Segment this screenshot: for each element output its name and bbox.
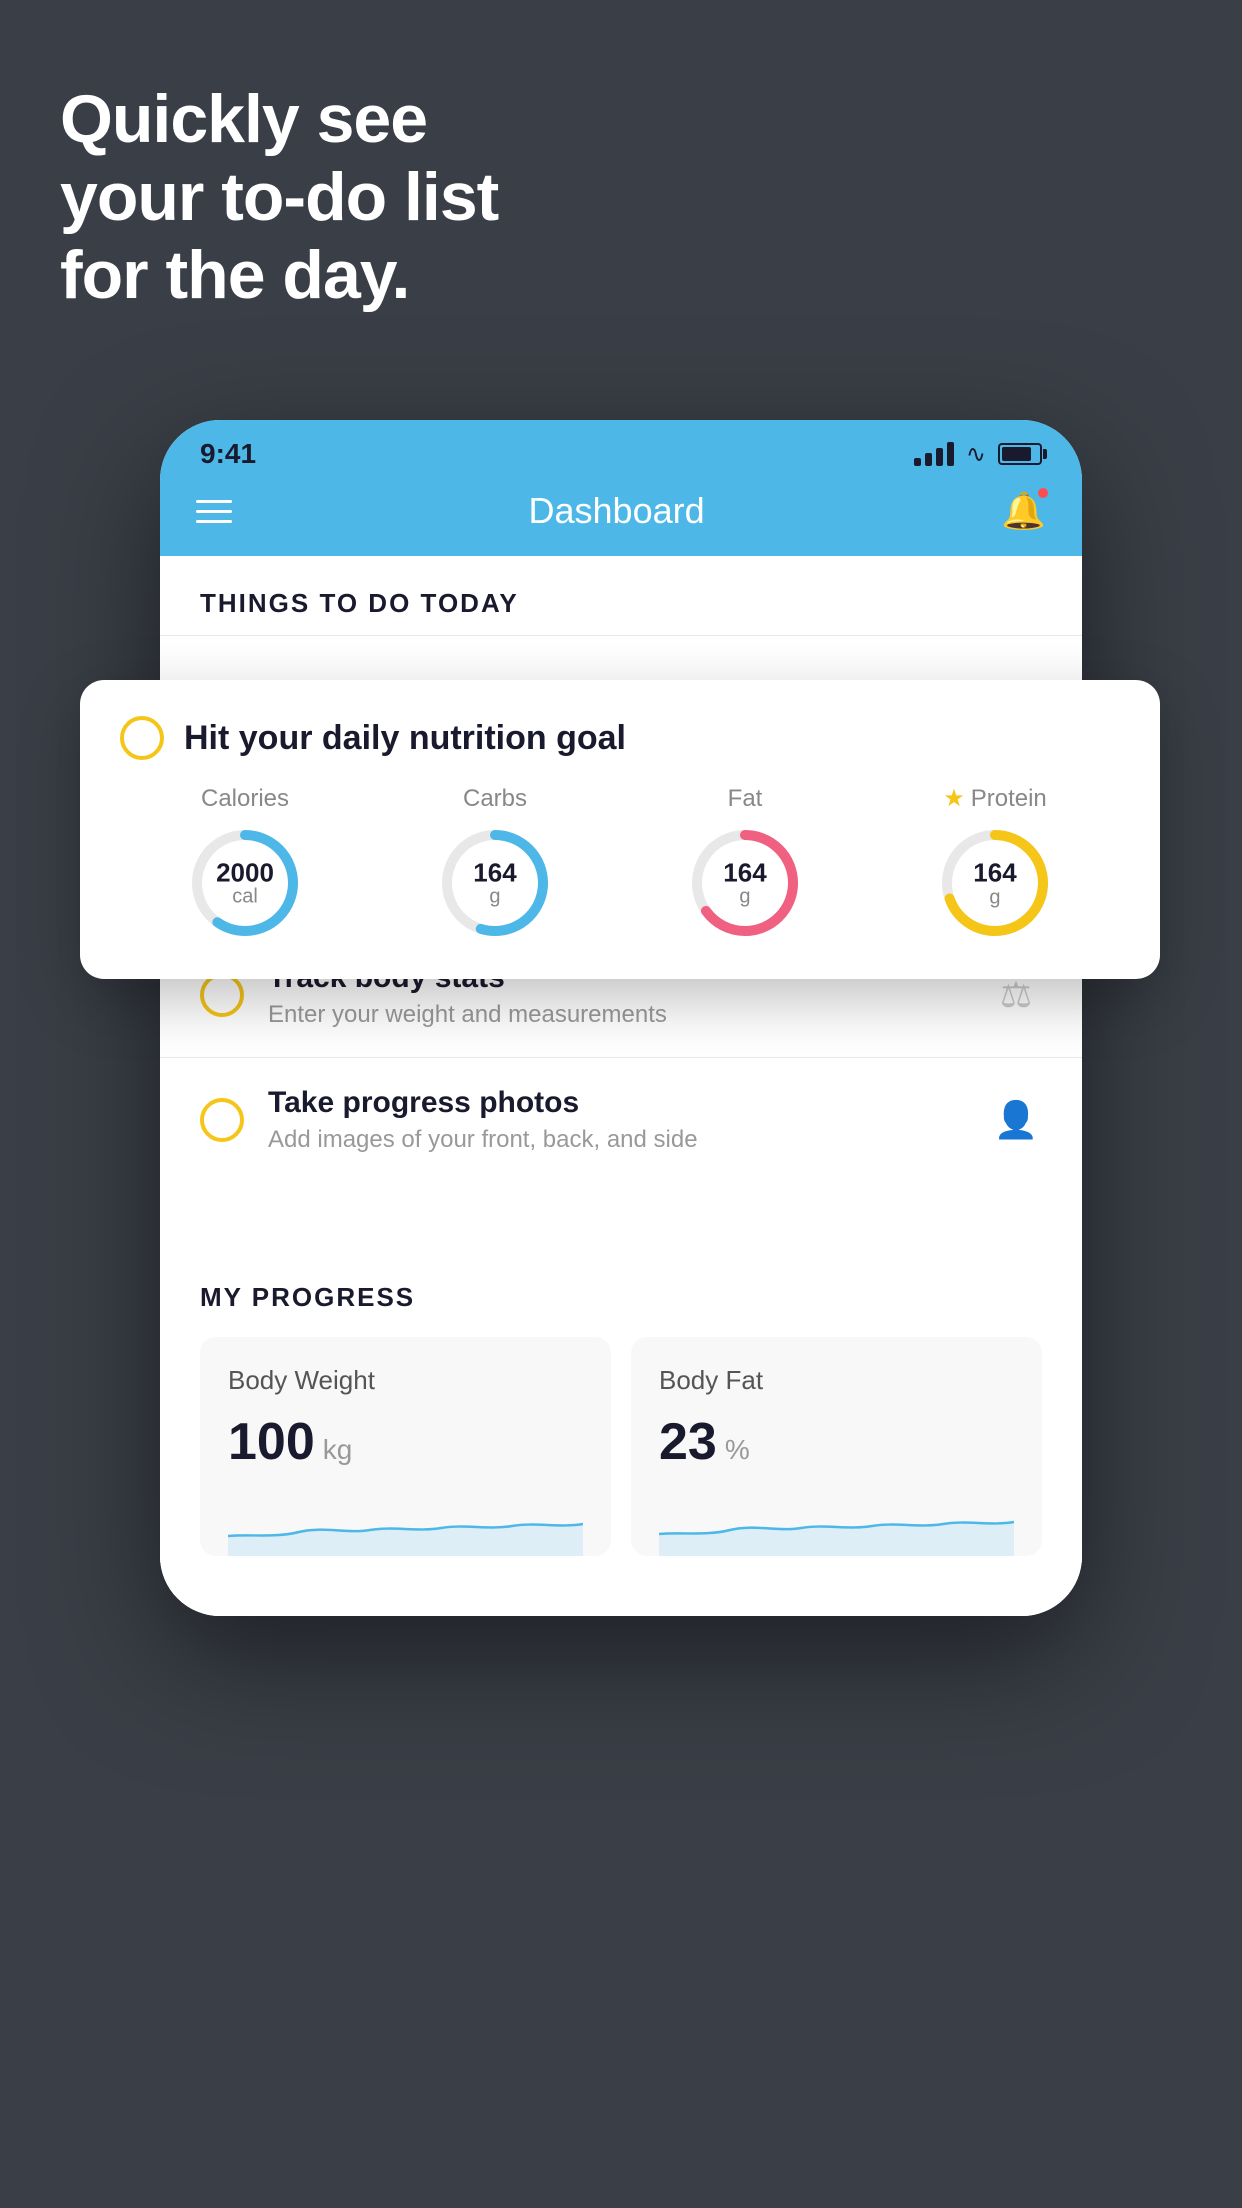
nav-title: Dashboard xyxy=(529,490,705,532)
protein-donut: 164 g xyxy=(935,823,1055,943)
nutrition-item-protein: ★ Protein 164 g xyxy=(935,784,1055,943)
fat-chart xyxy=(659,1496,1014,1556)
hero-line1: Quickly see xyxy=(60,80,498,158)
calories-donut: 2000 cal xyxy=(185,823,305,943)
carbs-donut: 164 g xyxy=(435,823,555,943)
carbs-unit: g xyxy=(473,887,516,907)
nutrition-card-title: Hit your daily nutrition goal xyxy=(184,719,626,758)
progress-section: MY PROGRESS Body Weight 100 kg xyxy=(160,1242,1082,1576)
notification-badge xyxy=(1036,486,1050,500)
weight-chart xyxy=(228,1496,583,1556)
status-bar: 9:41 ∿ xyxy=(160,420,1082,480)
calories-unit: cal xyxy=(216,887,274,907)
hamburger-button[interactable] xyxy=(196,500,232,523)
list-item[interactable]: Take progress photos Add images of your … xyxy=(160,1057,1082,1182)
carbs-label: Carbs xyxy=(463,785,527,813)
todo-icon-photos: 👤 xyxy=(990,1094,1042,1146)
carbs-value: 164 xyxy=(473,858,516,887)
hero-line2: your to-do list xyxy=(60,158,498,236)
protein-label: ★ Protein xyxy=(943,784,1047,813)
todo-title-photos: Take progress photos xyxy=(268,1086,966,1120)
fat-label: Fat xyxy=(728,785,763,813)
fat-unit: g xyxy=(723,887,766,907)
calories-label: Calories xyxy=(201,785,289,813)
progress-weight-value: 100 xyxy=(228,1412,315,1472)
progress-card-fat-title: Body Fat xyxy=(659,1365,1014,1396)
status-time: 9:41 xyxy=(200,438,256,470)
progress-card-weight-title: Body Weight xyxy=(228,1365,583,1396)
progress-card-fat[interactable]: Body Fat 23 % xyxy=(631,1337,1042,1556)
todo-circle-body-stats xyxy=(200,973,244,1017)
progress-cards: Body Weight 100 kg Body Fat xyxy=(200,1337,1042,1556)
things-header: THINGS TO DO TODAY xyxy=(160,556,1082,635)
calories-value: 2000 xyxy=(216,858,274,887)
todo-text-photos: Take progress photos Add images of your … xyxy=(268,1086,966,1154)
hero-text: Quickly see your to-do list for the day. xyxy=(60,80,498,315)
nutrition-card-indicator xyxy=(120,716,164,760)
nav-bar: Dashboard 🔔 xyxy=(160,480,1082,556)
notification-button[interactable]: 🔔 xyxy=(1001,490,1046,532)
progress-fat-value-row: 23 % xyxy=(659,1412,1014,1472)
phone-mockup: 9:41 ∿ Dashboard 🔔 THINGS TO DO TODAY xyxy=(160,420,1082,1616)
wifi-icon: ∿ xyxy=(966,440,986,469)
progress-weight-value-row: 100 kg xyxy=(228,1412,583,1472)
fat-donut: 164 g xyxy=(685,823,805,943)
nutrition-item-carbs: Carbs 164 g xyxy=(435,785,555,943)
protein-unit: g xyxy=(973,887,1016,907)
hero-line3: for the day. xyxy=(60,236,498,314)
signal-icon xyxy=(914,442,954,466)
battery-icon xyxy=(998,443,1042,465)
progress-weight-unit: kg xyxy=(323,1434,353,1466)
todo-circle-photos xyxy=(200,1098,244,1142)
status-icons: ∿ xyxy=(914,440,1042,469)
progress-fat-unit: % xyxy=(725,1434,750,1466)
star-icon: ★ xyxy=(943,784,965,813)
progress-card-weight[interactable]: Body Weight 100 kg xyxy=(200,1337,611,1556)
protein-value: 164 xyxy=(973,859,1016,888)
todo-subtitle-body-stats: Enter your weight and measurements xyxy=(268,1001,966,1029)
fat-value: 164 xyxy=(723,858,766,887)
nutrition-card: Hit your daily nutrition goal Calories 2… xyxy=(80,680,1160,979)
nutrition-row: Calories 2000 cal Carbs xyxy=(120,784,1120,943)
nutrition-item-fat: Fat 164 g xyxy=(685,785,805,943)
progress-fat-value: 23 xyxy=(659,1412,717,1472)
progress-header: MY PROGRESS xyxy=(200,1282,1042,1313)
nutrition-item-calories: Calories 2000 cal xyxy=(185,785,305,943)
todo-subtitle-photos: Add images of your front, back, and side xyxy=(268,1126,966,1154)
card-title-row: Hit your daily nutrition goal xyxy=(120,716,1120,760)
